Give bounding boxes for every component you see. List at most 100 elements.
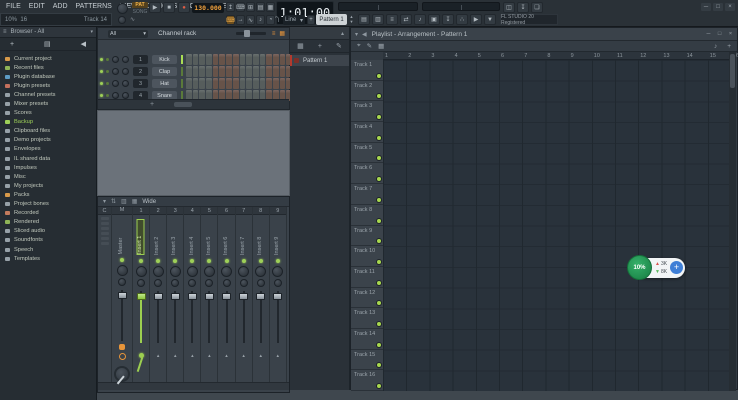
- browser-item-channel-presets[interactable]: Channel presets: [0, 90, 96, 99]
- mixer-pan-knob[interactable]: [255, 266, 266, 277]
- mixer-dock-slot[interactable]: [101, 217, 109, 220]
- playlist-track-header[interactable]: Track 1: [351, 60, 383, 81]
- chevron-up-icon[interactable]: ▴: [341, 30, 344, 37]
- mixer-sep-knob[interactable]: [223, 279, 231, 287]
- mixer-track-label[interactable]: Insert 5: [207, 219, 213, 255]
- channel-target-led[interactable]: [106, 94, 109, 97]
- mixer-fader[interactable]: [167, 291, 183, 343]
- channel-volume-knob[interactable]: [122, 68, 129, 75]
- swap-tool-button[interactable]: ⇄: [400, 14, 412, 25]
- channel-name-button[interactable]: Kick: [152, 55, 177, 64]
- pattern-color-swatch[interactable]: [294, 58, 299, 63]
- mixer-pan-knob[interactable]: [272, 266, 283, 277]
- main-pitch-knob[interactable]: [118, 16, 126, 24]
- fx-slot-arrow-icon[interactable]: ▴: [157, 353, 160, 359]
- playlist-track-header[interactable]: Track 11: [351, 267, 383, 288]
- pat-mode-label[interactable]: PAT: [132, 2, 148, 8]
- playlist-track-header[interactable]: Track 3: [351, 101, 383, 122]
- track-enable-led[interactable]: [377, 322, 381, 326]
- fader-handle[interactable]: [137, 293, 146, 300]
- step-cell[interactable]: [206, 78, 212, 89]
- track-enable-led[interactable]: [377, 198, 381, 202]
- browser-item-templates[interactable]: Templates: [0, 254, 96, 263]
- channel-enable-led[interactable]: [100, 70, 103, 73]
- playlist-track-header[interactable]: Track 7: [351, 184, 383, 205]
- mixer-fader[interactable]: [184, 291, 200, 343]
- step-cell[interactable]: [206, 66, 212, 77]
- typing-to-piano-button[interactable]: ⌨: [226, 15, 235, 25]
- channel-target-led[interactable]: [106, 70, 109, 73]
- tempo-display[interactable]: 130.000: [192, 3, 224, 13]
- mixer-sep-knob[interactable]: [257, 279, 265, 287]
- browser-item-clipboard-files[interactable]: Clipboard files: [0, 127, 96, 136]
- playlist-track-header[interactable]: Track 5: [351, 143, 383, 164]
- mixer-dock-slot[interactable]: [101, 242, 109, 245]
- mixer-column-insert-7[interactable]: 7Insert 7▴: [236, 207, 253, 382]
- channel-volume-knob[interactable]: [122, 56, 129, 63]
- rack-scrollbar[interactable]: +: [98, 99, 289, 109]
- mixer-track-led[interactable]: [190, 259, 194, 263]
- window-maximize-button[interactable]: □: [713, 3, 723, 11]
- mixer-view-icon[interactable]: ▥: [121, 198, 127, 205]
- step-cell[interactable]: [233, 66, 239, 77]
- mixer-pan-knob[interactable]: [187, 266, 198, 277]
- window-minimize-button[interactable]: ─: [701, 3, 711, 11]
- mixer-track-label[interactable]: Insert 3: [172, 219, 178, 255]
- fx-slot-arrow-icon[interactable]: ▴: [191, 353, 194, 359]
- overlay-percent-badge[interactable]: 10%: [627, 255, 652, 280]
- chevron-down-icon[interactable]: ▾: [103, 198, 106, 205]
- step-cell[interactable]: [266, 78, 272, 89]
- playlist-track-header[interactable]: Track 6: [351, 163, 383, 184]
- step-cell[interactable]: [253, 54, 259, 65]
- chevron-down-icon[interactable]: ▾: [90, 29, 93, 35]
- mixer-track-led[interactable]: [120, 258, 124, 262]
- mixer-column-insert-1[interactable]: 1Insert 1▴: [133, 207, 150, 382]
- track-enable-led[interactable]: [377, 260, 381, 264]
- mixer-dock-slot[interactable]: [101, 227, 109, 230]
- mixer-column-insert-3[interactable]: 3Insert 3▴: [167, 207, 184, 382]
- playlist-track-header[interactable]: Track 8: [351, 205, 383, 226]
- step-cell[interactable]: [199, 66, 205, 77]
- browser-item-packs[interactable]: Packs: [0, 190, 96, 199]
- step-cell[interactable]: [186, 54, 192, 65]
- record-button[interactable]: ●: [178, 2, 190, 13]
- countdown-button[interactable]: ◔: [266, 15, 275, 25]
- fx-slot-arrow-icon[interactable]: ▴: [277, 353, 280, 359]
- step-cell[interactable]: [219, 78, 225, 89]
- step-cell[interactable]: [280, 78, 286, 89]
- channel-enable-led[interactable]: [100, 82, 103, 85]
- mixer-sep-knob[interactable]: [154, 279, 162, 287]
- track-enable-led[interactable]: [377, 384, 381, 388]
- picker-item-pattern-1[interactable]: Pattern 1: [290, 55, 349, 66]
- step-cell[interactable]: [280, 54, 286, 65]
- mixer-sep-knob[interactable]: [137, 279, 145, 287]
- blend-notes-button[interactable]: →: [236, 15, 245, 25]
- track-enable-led[interactable]: [377, 343, 381, 347]
- mixer-track-led[interactable]: [276, 259, 280, 263]
- playlist-track-header[interactable]: Track 16: [351, 370, 383, 391]
- mixer-pan-knob[interactable]: [238, 266, 249, 277]
- mixer-mode-label[interactable]: Wide: [142, 199, 156, 205]
- mixer-fader[interactable]: [253, 291, 269, 343]
- main-volume-knob[interactable]: [117, 3, 128, 14]
- fader-handle[interactable]: [273, 293, 282, 300]
- mixer-fader[interactable]: [201, 291, 217, 343]
- playlist-titlebar[interactable]: ▾ ◀ Playlist - Arrangement - Pattern 1 ─…: [351, 28, 737, 41]
- master-volume-knob[interactable]: [114, 366, 130, 382]
- menu-file[interactable]: FILE: [2, 3, 25, 10]
- track-enable-led[interactable]: [377, 115, 381, 119]
- mixer-fader[interactable]: [270, 291, 286, 343]
- mixer-track-led[interactable]: [259, 259, 263, 263]
- pattern-selector[interactable]: Pattern 1: [316, 14, 347, 25]
- mixer-grid-icon[interactable]: ▦: [132, 198, 138, 205]
- mixer-track-label[interactable]: Insert 7: [241, 219, 247, 255]
- playlist-track-header[interactable]: Track 10: [351, 246, 383, 267]
- mixer-sep-knob[interactable]: [188, 279, 196, 287]
- step-cell[interactable]: [213, 54, 219, 65]
- mixer-column-insert-4[interactable]: 4Insert 4▴: [184, 207, 201, 382]
- browser-item-speech[interactable]: Speech: [0, 245, 96, 254]
- playlist-close-button[interactable]: ×: [726, 31, 735, 38]
- scatter-tool-button[interactable]: ∴: [456, 14, 468, 25]
- step-cell[interactable]: [193, 54, 199, 65]
- picker-grid-icon[interactable]: ▦: [297, 42, 304, 50]
